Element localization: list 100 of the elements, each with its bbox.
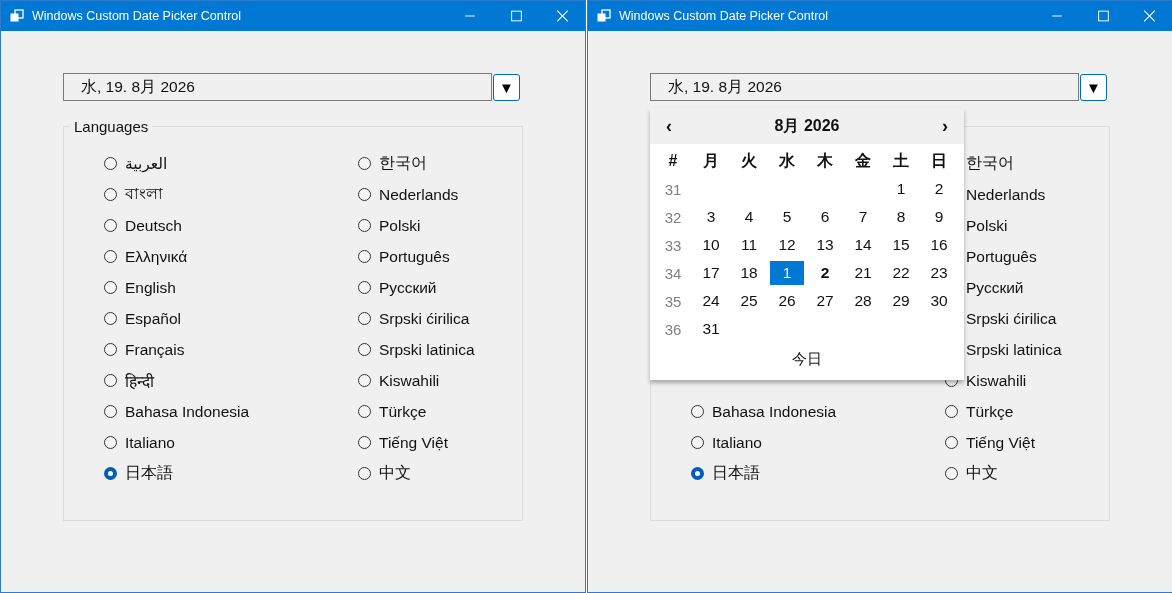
radio-label[interactable]: Español xyxy=(125,309,181,328)
radio-label[interactable]: Italiano xyxy=(125,433,175,452)
calendar-day[interactable]: 16 xyxy=(922,233,956,257)
calendar-day[interactable]: 28 xyxy=(846,289,880,313)
radio-button[interactable] xyxy=(358,405,371,418)
calendar-day[interactable]: 25 xyxy=(732,289,766,313)
calendar-day[interactable]: 26 xyxy=(770,289,804,313)
calendar-day[interactable]: 9 xyxy=(922,205,956,229)
radio-button[interactable] xyxy=(104,436,117,449)
radio-label[interactable]: 한국어 xyxy=(966,153,1014,174)
radio-label[interactable]: Italiano xyxy=(712,433,762,452)
calendar-day[interactable]: 4 xyxy=(732,205,766,229)
calendar-day[interactable]: 27 xyxy=(808,289,842,313)
radio-label[interactable]: Polski xyxy=(966,216,1008,235)
calendar-day[interactable]: 2 xyxy=(808,261,842,285)
radio-label[interactable]: Tiếng Việt xyxy=(379,433,448,452)
calendar-day[interactable]: 2 xyxy=(922,177,956,201)
calendar-day[interactable]: 24 xyxy=(694,289,728,313)
next-month-button[interactable]: › xyxy=(940,115,950,137)
calendar-day[interactable]: 12 xyxy=(770,233,804,257)
radio-button[interactable] xyxy=(358,312,371,325)
radio-button[interactable] xyxy=(358,467,371,480)
radio-label[interactable]: 日本語 xyxy=(712,463,760,484)
calendar-day[interactable]: 29 xyxy=(884,289,918,313)
radio-button[interactable] xyxy=(358,374,371,387)
radio-label[interactable]: Kiswahili xyxy=(379,371,440,390)
radio-label[interactable]: 日本語 xyxy=(125,463,173,484)
radio-label[interactable]: 中文 xyxy=(379,463,411,484)
radio-button[interactable] xyxy=(691,405,704,418)
radio-button[interactable] xyxy=(358,281,371,294)
calendar-day[interactable]: 1 xyxy=(884,177,918,201)
radio-label[interactable]: Ελληνικά xyxy=(125,247,188,266)
radio-button[interactable] xyxy=(945,405,958,418)
radio-label[interactable]: Português xyxy=(966,247,1037,266)
date-field[interactable]: 水, 19. 8月 2026 xyxy=(63,73,492,101)
radio-button[interactable] xyxy=(104,281,117,294)
radio-button[interactable] xyxy=(945,436,958,449)
radio-button[interactable] xyxy=(104,250,117,263)
radio-label[interactable]: Deutsch xyxy=(125,216,182,235)
radio-label[interactable]: Bahasa Indonesia xyxy=(125,402,250,421)
radio-label[interactable]: 한국어 xyxy=(379,153,427,174)
previous-month-button[interactable]: ‹ xyxy=(664,115,674,137)
radio-button[interactable] xyxy=(358,157,371,170)
calendar-day[interactable]: 1 xyxy=(770,261,804,285)
radio-label[interactable]: Srpski latinica xyxy=(966,340,1062,359)
radio-button[interactable] xyxy=(691,436,704,449)
radio-button[interactable] xyxy=(104,188,117,201)
radio-label[interactable]: Türkçe xyxy=(379,402,427,421)
radio-label[interactable]: Bahasa Indonesia xyxy=(712,402,837,421)
calendar-day[interactable]: 18 xyxy=(732,261,766,285)
dropdown-button[interactable]: ▼ xyxy=(493,73,520,101)
radio-label[interactable]: Nederlands xyxy=(379,185,459,204)
radio-button[interactable] xyxy=(358,436,371,449)
calendar-day[interactable]: 10 xyxy=(694,233,728,257)
radio-button[interactable] xyxy=(104,374,117,387)
dropdown-button[interactable]: ▼ xyxy=(1080,73,1107,101)
radio-button[interactable] xyxy=(104,343,117,356)
calendar-day[interactable]: 23 xyxy=(922,261,956,285)
calendar-day[interactable]: 11 xyxy=(732,233,766,257)
radio-button[interactable] xyxy=(945,467,958,480)
radio-label[interactable]: Русский xyxy=(966,278,1024,297)
radio-label[interactable]: English xyxy=(125,278,176,297)
radio-label[interactable]: Tiếng Việt xyxy=(966,433,1035,452)
calendar-day[interactable]: 17 xyxy=(694,261,728,285)
calendar-day[interactable]: 31 xyxy=(694,317,728,341)
radio-button[interactable] xyxy=(358,219,371,232)
radio-label[interactable]: Polski xyxy=(379,216,421,235)
radio-label[interactable]: Nederlands xyxy=(966,185,1046,204)
calendar-day[interactable]: 22 xyxy=(884,261,918,285)
radio-button[interactable] xyxy=(358,343,371,356)
calendar-day[interactable]: 8 xyxy=(884,205,918,229)
radio-label[interactable]: Türkçe xyxy=(966,402,1014,421)
radio-label[interactable]: 中文 xyxy=(966,463,998,484)
radio-label[interactable]: العربية xyxy=(125,154,168,173)
calendar-day[interactable]: 3 xyxy=(694,205,728,229)
today-button[interactable]: 今日 xyxy=(786,348,828,371)
radio-label[interactable]: বাংলা xyxy=(125,181,163,208)
calendar-day[interactable]: 7 xyxy=(846,205,880,229)
radio-button[interactable] xyxy=(691,467,704,480)
radio-button[interactable] xyxy=(358,188,371,201)
radio-label[interactable]: Français xyxy=(125,340,185,359)
radio-button[interactable] xyxy=(358,250,371,263)
calendar-day[interactable]: 21 xyxy=(846,261,880,285)
calendar-day[interactable]: 14 xyxy=(846,233,880,257)
radio-button[interactable] xyxy=(104,467,117,480)
radio-button[interactable] xyxy=(104,312,117,325)
date-field[interactable]: 水, 19. 8月 2026 xyxy=(650,73,1079,101)
calendar-day[interactable]: 5 xyxy=(770,205,804,229)
radio-button[interactable] xyxy=(104,219,117,232)
radio-button[interactable] xyxy=(104,405,117,418)
radio-label[interactable]: हिन्दी xyxy=(125,369,154,392)
radio-label[interactable]: Kiswahili xyxy=(966,371,1027,390)
calendar-day[interactable]: 15 xyxy=(884,233,918,257)
radio-button[interactable] xyxy=(104,157,117,170)
radio-label[interactable]: Русский xyxy=(379,278,437,297)
radio-label[interactable]: Português xyxy=(379,247,450,266)
calendar-day[interactable]: 13 xyxy=(808,233,842,257)
radio-label[interactable]: Srpski ćirilica xyxy=(379,309,470,328)
radio-label[interactable]: Srpski latinica xyxy=(379,340,475,359)
calendar-day[interactable]: 30 xyxy=(922,289,956,313)
